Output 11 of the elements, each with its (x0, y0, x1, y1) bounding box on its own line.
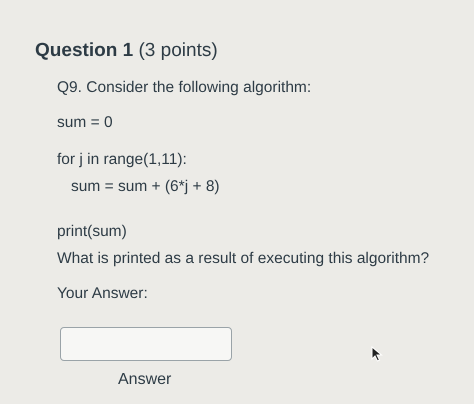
mouse-cursor-icon (371, 346, 383, 362)
answer-field[interactable] (60, 327, 232, 361)
question-title: Question 1 (3 points) (35, 40, 219, 62)
code-line: for j in range(1,11): (57, 150, 188, 169)
answer-prompt: Your Answer: (57, 284, 149, 303)
question-text: Q9. Consider the following algorithm: (57, 78, 312, 97)
code-line: print(sum) (57, 222, 128, 241)
question-text: What is printed as a result of executing this algorithm? (57, 249, 430, 268)
code-line: sum = sum + (6*j + 8) (70, 177, 221, 196)
field-caption: Answer (118, 371, 172, 389)
code-line: sum = 0 (57, 113, 114, 132)
